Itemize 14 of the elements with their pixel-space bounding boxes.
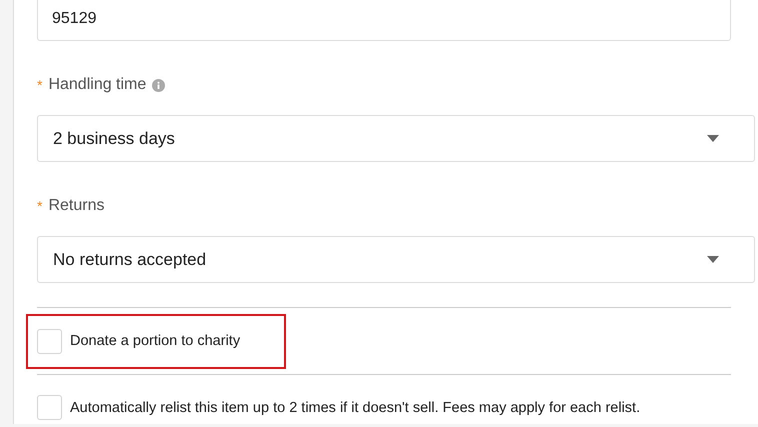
caret-icon [707,256,719,263]
field-label: Handling time [48,76,146,94]
field-label: Returns [48,197,104,215]
required-mark: * [37,77,42,93]
checkbox[interactable] [37,328,62,354]
caret-icon [707,135,719,142]
checkbox-label[interactable]: Donate a portion to charity [70,333,240,349]
checkbox[interactable] [37,395,62,420]
required-mark: * [37,198,42,214]
checkbox-label[interactable]: Automatically relist this item up to 2 times if it doesn't sell. Fees may apply for each relist. [70,400,640,416]
dropdown[interactable]: 2 business days [37,115,755,162]
zip-code-field[interactable]: 95129 [37,0,731,41]
info-icon[interactable] [152,78,166,92]
dropdown[interactable]: No returns accepted [37,236,755,283]
